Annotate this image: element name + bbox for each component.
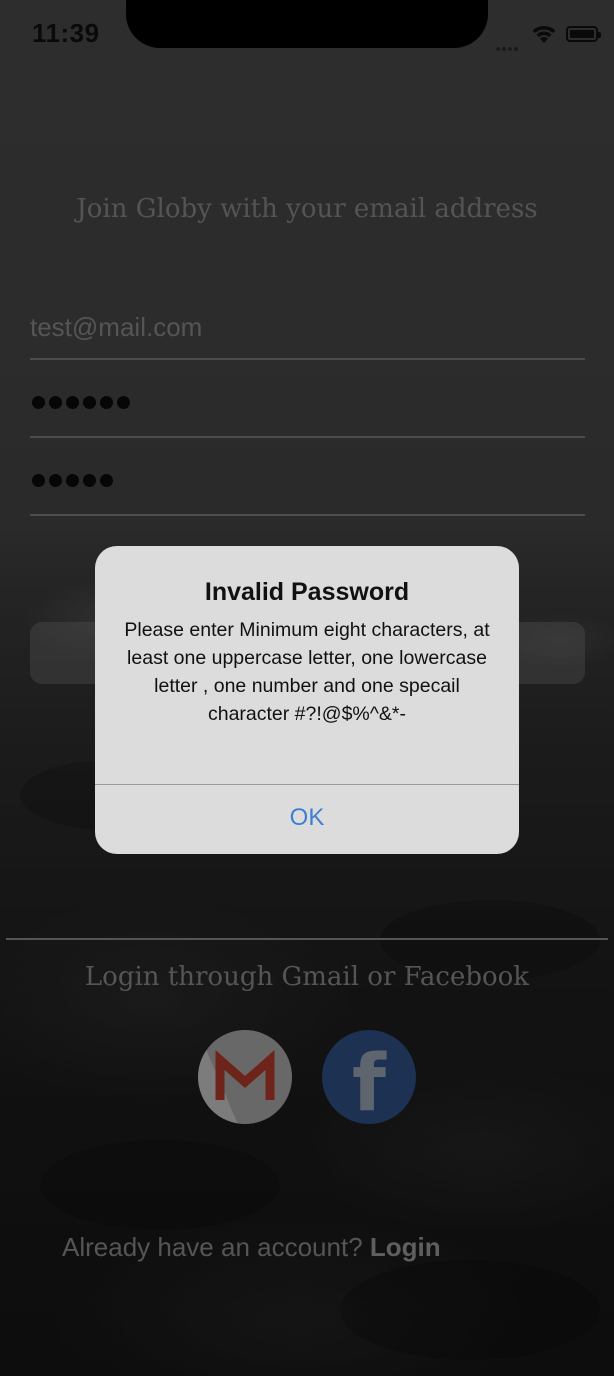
- alert-message: Please enter Minimum eight characters, a…: [124, 619, 490, 725]
- invalid-password-alert: Invalid Password Please enter Minimum ei…: [95, 546, 519, 854]
- alert-ok-button[interactable]: OK: [95, 785, 519, 854]
- signup-screen: 11:39 Join Globy with your email address…: [0, 0, 614, 1376]
- alert-title: Invalid Password: [204, 578, 410, 606]
